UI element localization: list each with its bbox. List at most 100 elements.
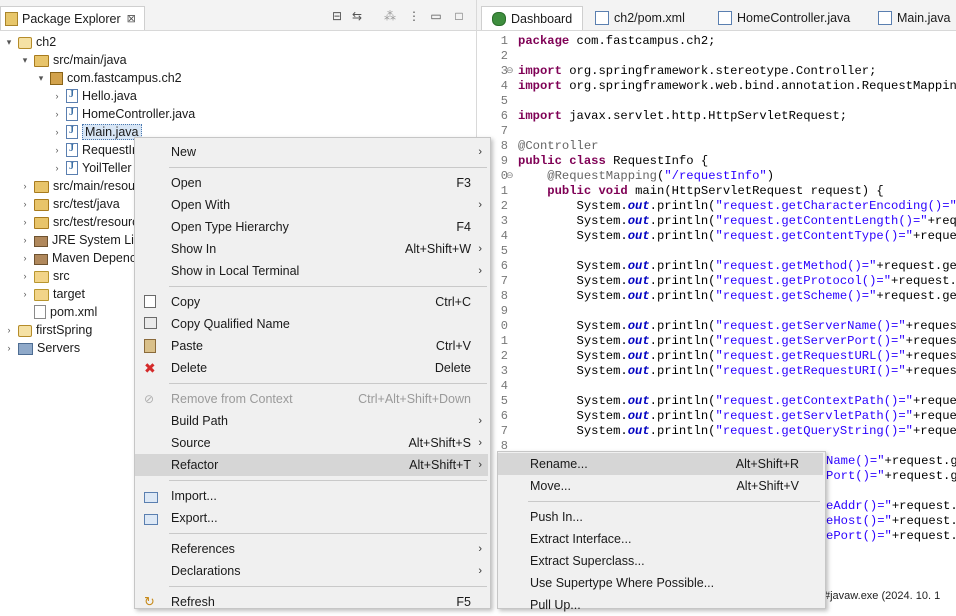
tree-item-label: target	[53, 287, 85, 301]
menu-item-export[interactable]: Export...	[135, 507, 488, 529]
tree-item[interactable]: › YoilTeller	[51, 159, 132, 177]
tree-item[interactable]: ›firstSpring	[3, 321, 92, 339]
menu-item-copy-qualified-name[interactable]: Copy Qualified Name	[135, 313, 488, 335]
tree-item[interactable]: ›Hello.java	[51, 87, 137, 105]
expanded-chevron-icon[interactable]: ▾	[35, 73, 47, 84]
submenu-item-rename[interactable]: Rename...Alt+Shift+R	[498, 453, 823, 475]
tree-item[interactable]: ›Maven Depenc	[19, 249, 136, 267]
menu-item-open-type-hierarchy[interactable]: Open Type HierarchyF4	[135, 216, 488, 238]
tree-item[interactable]: ›HomeController.java	[51, 105, 195, 123]
tree-item[interactable]: ▾com.fastcampus.ch2	[35, 69, 182, 87]
editor-tab[interactable]: HomeController.java	[708, 6, 860, 30]
collapsed-chevron-icon[interactable]: ›	[19, 235, 31, 245]
menu-item-shortcut: F3	[328, 176, 488, 190]
expanded-chevron-icon[interactable]: ▾	[3, 37, 15, 48]
line-number: 5	[488, 394, 508, 408]
maximize-icon[interactable]: □	[452, 9, 466, 23]
collapsed-chevron-icon[interactable]: ›	[51, 127, 63, 137]
editor-tab[interactable]: Dashboard	[481, 6, 583, 30]
menu-item-new[interactable]: New›	[135, 141, 488, 163]
tree-item-label: YoilTeller	[82, 161, 132, 175]
line-number: 7	[488, 274, 508, 288]
menu-item-references[interactable]: References›	[135, 538, 488, 560]
filters-icon[interactable]: ⁂	[383, 9, 397, 23]
collapse-all-icon[interactable]: ⊟	[330, 9, 344, 23]
tree-item[interactable]: ▾ch2	[3, 33, 56, 51]
editor-tab[interactable]: Main.java	[868, 6, 956, 30]
tree-item[interactable]: ›src/test/java	[19, 195, 120, 213]
menu-item-copy[interactable]: CopyCtrl+C	[135, 291, 488, 313]
collapsed-chevron-icon[interactable]: ›	[3, 325, 15, 335]
tree-item[interactable]: ›src/main/resou	[19, 177, 135, 195]
menu-item-declarations[interactable]: Declarations›	[135, 560, 488, 582]
collapsed-chevron-icon[interactable]: ›	[19, 253, 31, 263]
code-line-fragment: ePort()="+request.g	[826, 529, 956, 543]
menu-item-build-path[interactable]: Build Path›	[135, 410, 488, 432]
submenu-item-label: Rename...	[530, 457, 588, 471]
menu-item-delete[interactable]: ✖DeleteDelete	[135, 357, 488, 379]
code-token: +request.getMe	[876, 259, 956, 273]
tree-item[interactable]: ›Servers	[3, 339, 80, 357]
minimize-icon[interactable]: ▭	[429, 9, 443, 23]
submenu-arrow-icon: ›	[478, 199, 482, 211]
view-menu-icon[interactable]: ⋮	[407, 9, 421, 23]
submenu-item-push-in[interactable]: Push In...	[498, 506, 823, 528]
menu-item-source[interactable]: SourceAlt+Shift+S›	[135, 432, 488, 454]
code-token: out	[628, 289, 650, 303]
code-token: System.	[518, 349, 628, 363]
close-tab-icon[interactable]: ⊠	[127, 12, 136, 25]
collapsed-chevron-icon[interactable]: ›	[51, 91, 63, 101]
tree-item[interactable]: ›src/test/resourc	[19, 213, 138, 231]
menu-item-label: Remove from Context	[171, 392, 293, 406]
code-line: import javax.servlet.http.HttpServletReq…	[518, 109, 847, 123]
fold-toggle-icon[interactable]: ⊖	[506, 170, 514, 181]
tree-item[interactable]: ›JRE System Lib	[19, 231, 141, 249]
tree-item[interactable]: ›Main.java	[51, 123, 142, 141]
collapsed-chevron-icon[interactable]: ›	[19, 271, 31, 281]
menu-item-show-in-local-terminal[interactable]: Show in Local Terminal›	[135, 260, 488, 282]
code-token: main(HttpServletRequest request) {	[628, 184, 884, 198]
tree-item[interactable]: ▾src/main/java	[19, 51, 127, 69]
code-token: "/requestInfo"	[664, 169, 766, 183]
submenu-item-extract-superclass[interactable]: Extract Superclass...	[498, 550, 823, 572]
code-token: +request.g	[892, 499, 956, 513]
collapsed-chevron-icon[interactable]: ›	[51, 163, 63, 173]
fold-toggle-icon[interactable]: ⊖	[506, 65, 514, 76]
collapsed-chevron-icon[interactable]: ›	[51, 145, 63, 155]
code-token: +request.	[913, 229, 956, 243]
tree-item[interactable]: ›RequestIr	[51, 141, 136, 159]
submenu-item-pull-up[interactable]: Pull Up...	[498, 594, 823, 616]
link-with-editor-icon[interactable]: ⇆	[350, 9, 364, 23]
code-token: org.springframework.web.bind.annotation.…	[562, 79, 956, 93]
editor-tab[interactable]: ch2/pom.xml	[585, 6, 695, 30]
tree-item[interactable]: pom.xml	[19, 303, 97, 321]
tree-item[interactable]: ›src	[19, 267, 70, 285]
code-token: "request.getProtocol()="	[716, 274, 892, 288]
code-token: import	[518, 64, 562, 78]
tree-item[interactable]: › target	[19, 285, 85, 303]
expanded-chevron-icon[interactable]: ▾	[19, 55, 31, 66]
menu-item-paste[interactable]: PasteCtrl+V	[135, 335, 488, 357]
menu-item-open[interactable]: OpenF3	[135, 172, 488, 194]
submenu-item-label: Push In...	[530, 510, 583, 524]
collapsed-chevron-icon[interactable]: ›	[19, 289, 31, 299]
menu-item-refactor[interactable]: RefactorAlt+Shift+T›	[135, 454, 488, 476]
collapsed-chevron-icon[interactable]: ›	[51, 109, 63, 119]
menu-item-import[interactable]: Import...	[135, 485, 488, 507]
menu-item-refresh[interactable]: ↻RefreshF5	[135, 591, 488, 613]
submenu-item-use-supertype-where-possible[interactable]: Use Supertype Where Possible...	[498, 572, 823, 594]
menu-item-show-in[interactable]: Show InAlt+Shift+W›	[135, 238, 488, 260]
collapsed-chevron-icon[interactable]: ›	[19, 217, 31, 227]
collapsed-chevron-icon[interactable]: ›	[19, 181, 31, 191]
submenu-arrow-icon: ›	[478, 459, 482, 471]
menu-item-open-with[interactable]: Open With›	[135, 194, 488, 216]
collapsed-chevron-icon[interactable]: ›	[3, 343, 15, 353]
line-number: 8	[488, 289, 508, 303]
collapsed-chevron-icon[interactable]: ›	[19, 199, 31, 209]
line-number: 4	[488, 79, 508, 93]
submenu-item-extract-interface[interactable]: Extract Interface...	[498, 528, 823, 550]
package-explorer-tab[interactable]: Package Explorer ⊠	[0, 6, 145, 30]
java-file-icon	[66, 125, 78, 139]
menu-item-label: Copy Qualified Name	[171, 317, 290, 331]
submenu-item-move[interactable]: Move...Alt+Shift+V	[498, 475, 823, 497]
